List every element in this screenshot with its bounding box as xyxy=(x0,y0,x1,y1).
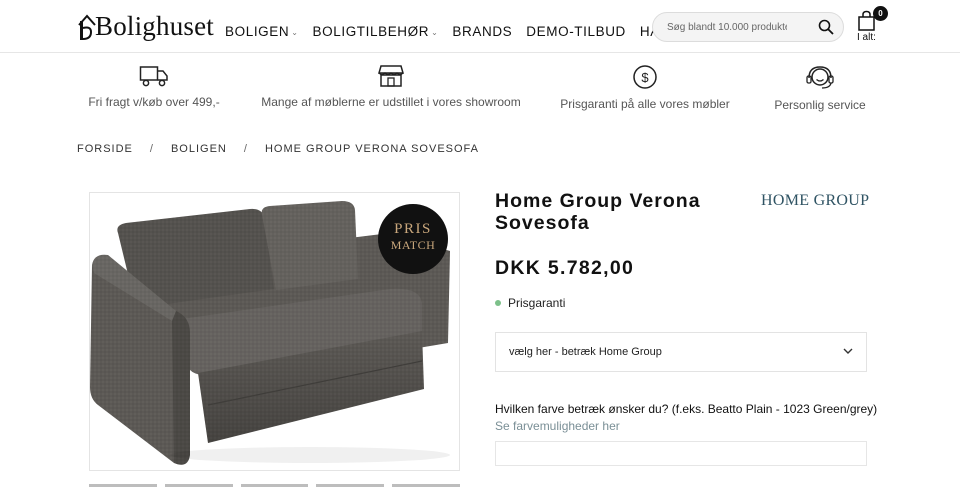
site-logo[interactable]: Bolighuset xyxy=(77,10,214,42)
brand-logo[interactable]: HOME GROUP xyxy=(761,192,869,210)
dollar-coin-icon: $ xyxy=(633,65,657,89)
price-match-badge: PRIS MATCH xyxy=(378,204,448,274)
usp-text: Fri fragt v/køb over 499,- xyxy=(88,95,220,109)
usp-text: Personlig service xyxy=(774,98,866,112)
cart-count-badge: 0 xyxy=(873,6,888,21)
usp-showroom: Mange af møblerne er udstillet i vores s… xyxy=(255,64,527,109)
usp-text: Mange af møblerne er udstillet i vores s… xyxy=(261,95,521,109)
usp-free-shipping: Fri fragt v/køb over 499,- xyxy=(60,64,248,109)
nav-label: BRANDS xyxy=(452,23,513,39)
nav-item-boligen[interactable]: BOLIGEN ⌄ xyxy=(225,24,299,39)
status-text: Prisgaranti xyxy=(508,296,566,310)
product-title: Home Group Verona Sovesofa xyxy=(495,190,701,234)
usp-text: Prisgaranti på alle vores møbler xyxy=(560,97,730,111)
store-icon xyxy=(378,65,404,87)
chevron-down-icon xyxy=(843,348,853,354)
nav-item-brands[interactable]: BRANDS xyxy=(452,24,512,39)
cart-total-label: I alt: xyxy=(857,32,876,43)
svg-text:$: $ xyxy=(641,70,649,85)
support-agent-icon xyxy=(806,66,834,89)
color-options-link[interactable]: Se farvemuligheder her xyxy=(495,419,620,433)
chevron-down-icon: ⌄ xyxy=(291,27,299,37)
nav-label: BOLIGEN xyxy=(225,23,290,39)
nav-label: BOLIGTILBEHØR xyxy=(312,23,430,39)
badge-line-2: MATCH xyxy=(390,238,436,252)
badge-line-1: PRIS xyxy=(394,221,432,237)
house-logo-icon xyxy=(78,14,96,40)
search-bar xyxy=(652,12,844,42)
stock-status: Prisgaranti xyxy=(495,296,565,310)
breadcrumb-separator: / xyxy=(149,143,154,155)
color-question-label: Hvilken farve betræk ønsker du? (f.eks. … xyxy=(495,402,878,416)
breadcrumb-item-boligen[interactable]: BOLIGEN xyxy=(171,143,227,155)
breadcrumb-item-forside[interactable]: FORSIDE xyxy=(77,143,133,155)
nav-item-boligtilbehor[interactable]: BOLIGTILBEHØR ⌄ xyxy=(313,24,439,39)
nav-item-demo-tilbud[interactable]: DEMO-TILBUD xyxy=(526,24,626,39)
nav-label: DEMO-TILBUD xyxy=(526,23,626,39)
search-input[interactable] xyxy=(667,21,787,33)
usp-personal-service: Personlig service xyxy=(764,64,876,112)
status-dot-icon xyxy=(495,300,501,306)
cart-button[interactable]: 0 I alt: xyxy=(857,6,888,48)
logo-text: Bolighuset xyxy=(95,11,215,41)
breadcrumb-separator: / xyxy=(243,143,248,155)
upholstery-select[interactable]: vælg her - betræk Home Group xyxy=(495,332,867,372)
breadcrumb-item-current: HOME GROUP VERONA SOVESOFA xyxy=(264,143,480,155)
main-nav: BOLIGEN ⌄ BOLIGTILBEHØR ⌄ BRANDS DEMO-TILB… xyxy=(225,0,702,62)
chevron-down-icon: ⌄ xyxy=(431,27,439,37)
breadcrumb: FORSIDE / BOLIGEN / HOME GROUP VERONA SO… xyxy=(77,143,479,155)
usp-price-guarantee: $ Prisgaranti på alle vores møbler xyxy=(552,64,738,111)
site-header: Bolighuset BOLIGEN ⌄ BOLIGTILBEHØR ⌄ BRAND… xyxy=(0,0,960,53)
product-price: DKK 5.782,00 xyxy=(495,257,635,279)
truck-icon xyxy=(139,66,168,87)
select-value: vælg her - betræk Home Group xyxy=(509,346,662,358)
search-icon[interactable] xyxy=(818,19,834,35)
color-input[interactable] xyxy=(495,441,867,466)
